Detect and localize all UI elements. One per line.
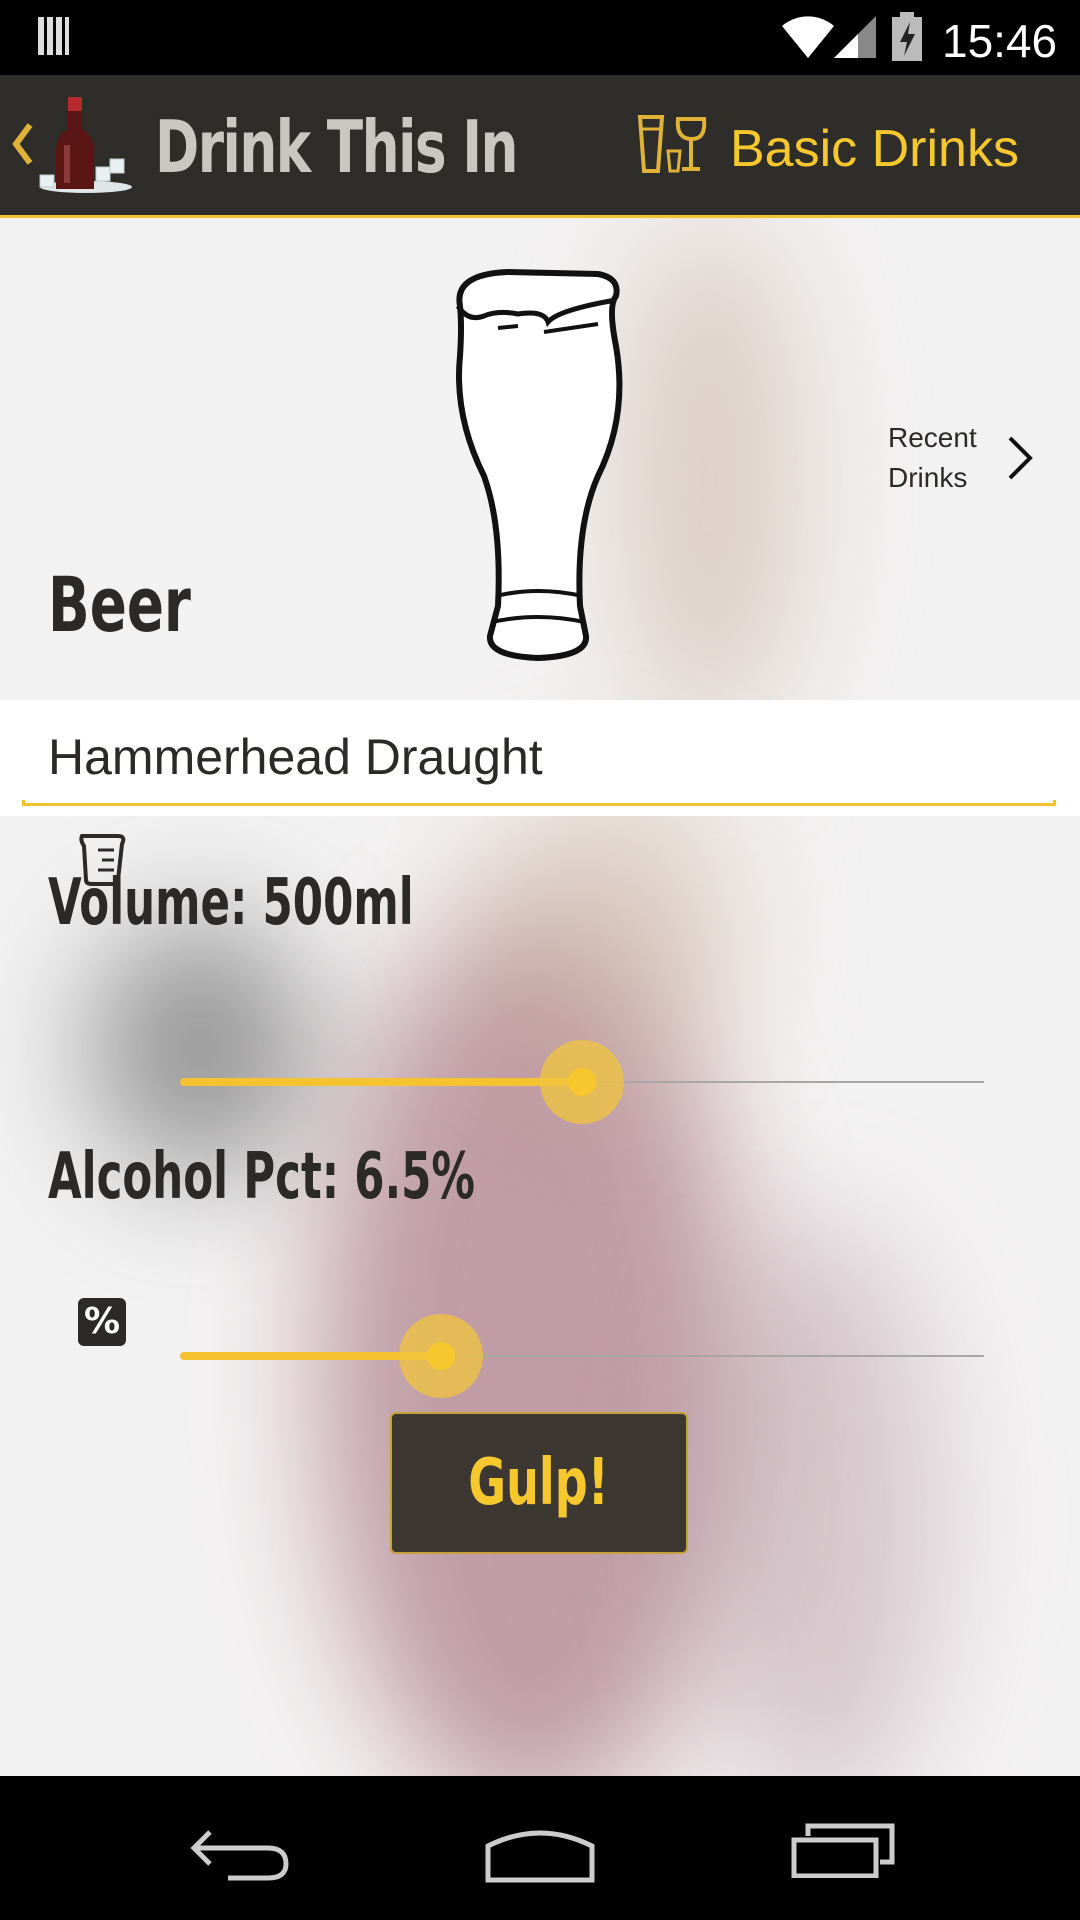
gulp-button[interactable]: Gulp! (390, 1412, 688, 1554)
app-title: Drink This In (155, 105, 518, 189)
alcohol-slider[interactable] (180, 1314, 984, 1398)
home-icon[interactable] (484, 1820, 596, 1884)
gulp-button-label: Gulp! (468, 1446, 610, 1520)
slider-thumb[interactable] (427, 1342, 455, 1370)
back-icon[interactable] (188, 1824, 292, 1884)
recent-drinks-link[interactable]: Recent Drinks (888, 418, 1034, 498)
field-underline (22, 800, 1056, 806)
notification-icon (38, 17, 69, 55)
glasses-icon[interactable] (636, 113, 708, 175)
background-blur (620, 218, 800, 738)
slider-thumb[interactable] (568, 1068, 596, 1096)
action-bar: Drink This In Basic Drinks (0, 75, 1080, 218)
background-blur (480, 778, 740, 1078)
percent-icon: % (78, 1298, 126, 1346)
beer-glass-illustration (455, 269, 623, 661)
status-bar: 15:46 (0, 0, 1080, 75)
drink-editor: Beer Recent Drinks Volume: 500ml Alcohol… (0, 218, 1080, 1776)
drink-name-field-container (0, 700, 1080, 816)
navigation-bar (0, 1776, 1080, 1920)
drink-type-label: Beer (48, 560, 191, 649)
recent-drinks-label: Recent Drinks (888, 422, 977, 493)
battery-charging-icon (892, 12, 922, 61)
chevron-right-icon (1008, 436, 1033, 480)
back-chevron-icon[interactable] (10, 121, 34, 167)
category-label[interactable]: Basic Drinks (730, 119, 1019, 179)
wifi-icon (782, 16, 834, 58)
slider-fill (180, 1078, 582, 1086)
background-blur (700, 1218, 940, 1776)
alcohol-label: Alcohol Pct: 6.5% (48, 1140, 475, 1214)
signal-icon (834, 16, 876, 58)
beer-bottle-logo-icon (39, 97, 132, 193)
recents-icon[interactable] (790, 1822, 896, 1878)
volume-slider[interactable] (180, 1040, 984, 1124)
measuring-jug-icon (79, 834, 126, 886)
status-time: 15:46 (942, 15, 1058, 67)
drink-name-field[interactable] (48, 728, 998, 786)
